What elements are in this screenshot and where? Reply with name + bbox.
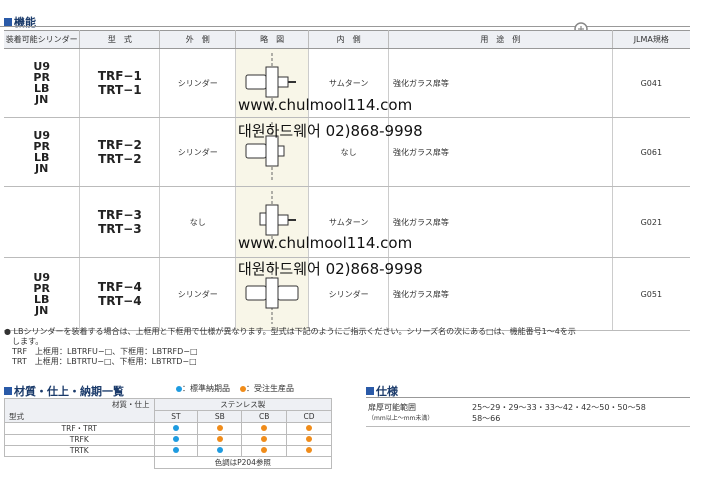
function-table: 装着可能シリンダー 型 式 外 側 略 図 内 側 用 途 例 JLMA規格 U… (4, 30, 690, 331)
spec-table: 扉厚可能範囲 （mm以上〜mm未満） 25〜29・29〜33・33〜42・42〜5… (366, 400, 690, 427)
finish-cb: CB (241, 410, 288, 423)
note-line: TRT 上框用：LBTRTU−□、下框用：LBTRTD−□ (4, 357, 197, 366)
header-material-finish: 材質・仕上 (4, 398, 155, 411)
header-outside: 外 側 (159, 30, 237, 49)
section-square-icon (4, 387, 12, 395)
jlma-cell: G051 (612, 257, 690, 331)
section-divider (366, 397, 690, 398)
orange-dot-icon (216, 436, 223, 442)
notes-block: ● LBシリンダーを装着する場合は、上框用と下框用で仕様が異なります。型式は下記… (4, 327, 694, 367)
jlma-cell: G061 (612, 117, 690, 187)
orange-dot-icon (306, 447, 313, 453)
section-function-heading: 機能 (4, 14, 36, 30)
section-material-heading: 材質・仕上・納期一覧 (4, 383, 124, 399)
header-model: 型式 (4, 410, 155, 423)
note-line: します。 (4, 337, 44, 346)
header-diagram: 略 図 (235, 30, 310, 49)
section-square-icon (366, 387, 374, 395)
orange-dot-icon (261, 447, 268, 453)
model-cell: TRF−3 TRT−3 (79, 186, 161, 258)
usage-cell: 強化ガラス扉等 (388, 186, 613, 258)
orange-dot-icon (261, 424, 268, 431)
material-name: ステンレス製 (153, 398, 332, 411)
jlma-cell: G041 (612, 48, 690, 118)
series-cell (4, 186, 81, 258)
table-row: TRFK (4, 433, 332, 446)
model-cell: TRF−4 TRT−4 (79, 257, 161, 331)
outside-cell: シリンダー (159, 257, 237, 331)
note-line: ● LBシリンダーを装着する場合は、上框用と下框用で仕様が異なります。型式は下記… (4, 327, 576, 336)
orange-dot-icon (216, 424, 223, 431)
outside-cell: シリンダー (159, 48, 237, 118)
table-row: TRF・TRT (4, 421, 332, 435)
watermark-company: 대원하드웨어 02)868-9998 (238, 122, 423, 140)
series-cell: U9 PR LB JN (4, 117, 81, 187)
finish-st: ST (153, 410, 199, 423)
orange-dot-icon (306, 424, 313, 431)
header-jlma: JLMA規格 (612, 30, 690, 49)
model-cell: TRF−1 TRT−1 (79, 48, 161, 118)
series-cell: U9 PR LB JN (4, 48, 81, 118)
header-cylinder: 装着可能シリンダー (4, 30, 81, 49)
header-usage: 用 途 例 (388, 30, 613, 49)
table-header-row: 装着可能シリンダー 型 式 外 側 略 図 内 側 用 途 例 JLMA規格 (4, 30, 690, 49)
header-inside: 内 側 (308, 30, 390, 49)
finish-sb: SB (197, 410, 243, 423)
section-square-icon (4, 18, 12, 26)
model-cell: TRF−2 TRT−2 (79, 117, 161, 187)
series-cell: U9 PR LB JN (4, 257, 81, 331)
blue-dot-icon (216, 447, 223, 453)
note-line: TRF 上框用：LBTRFU−□、下框用：LBTRFD−□ (4, 347, 198, 356)
orange-dot-icon (261, 436, 268, 442)
legend: ：標準納期品 ：受注生産品 (176, 383, 294, 394)
material-table: 材質・仕上 ステンレス製 型式 ST SB CB CD TRF・TRT TRFK … (4, 398, 332, 469)
watermark-company: 대원하드웨어 02)868-9998 (238, 260, 423, 278)
spec-value-cell: 25〜29・29〜33・33〜42・42〜50・50〜58 58〜66 (470, 400, 690, 427)
table-row: TRTK (4, 444, 332, 457)
orange-dot-icon (306, 436, 313, 442)
spec-label-cell: 扉厚可能範囲 （mm以上〜mm未満） (366, 400, 470, 427)
watermark-url: www.chulmool114.com (238, 96, 413, 114)
blue-dot-icon (172, 447, 179, 453)
outside-cell: なし (159, 186, 237, 258)
blue-dot-icon (172, 436, 179, 442)
header-model: 型 式 (79, 30, 161, 49)
blue-dot-icon (172, 424, 179, 431)
jlma-cell: G021 (612, 186, 690, 258)
color-note: 色調はP204参照 (153, 455, 332, 469)
watermark-url: www.chulmool114.com (238, 234, 413, 252)
finish-cd: CD (286, 410, 332, 423)
outside-cell: シリンダー (159, 117, 237, 187)
usage-cell: 強化ガラス扉等 (388, 48, 613, 118)
